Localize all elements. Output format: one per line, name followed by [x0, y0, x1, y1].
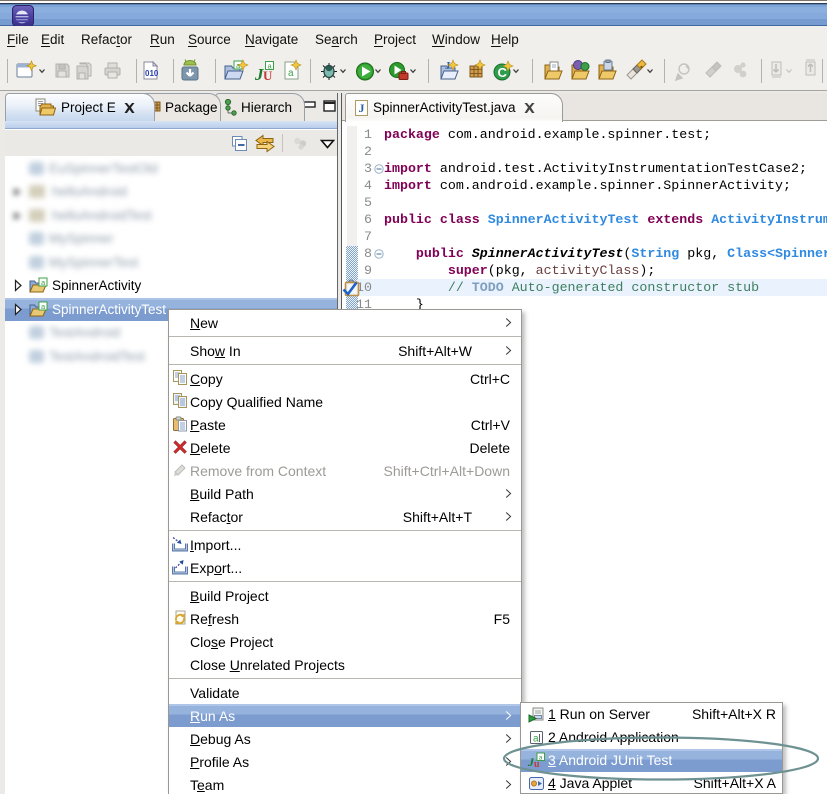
svg-text:a: a [533, 734, 539, 745]
svg-text:J: J [359, 101, 365, 115]
svg-text:a: a [288, 68, 294, 79]
svg-text:010: 010 [145, 69, 159, 78]
svg-text:a: a [539, 755, 543, 762]
